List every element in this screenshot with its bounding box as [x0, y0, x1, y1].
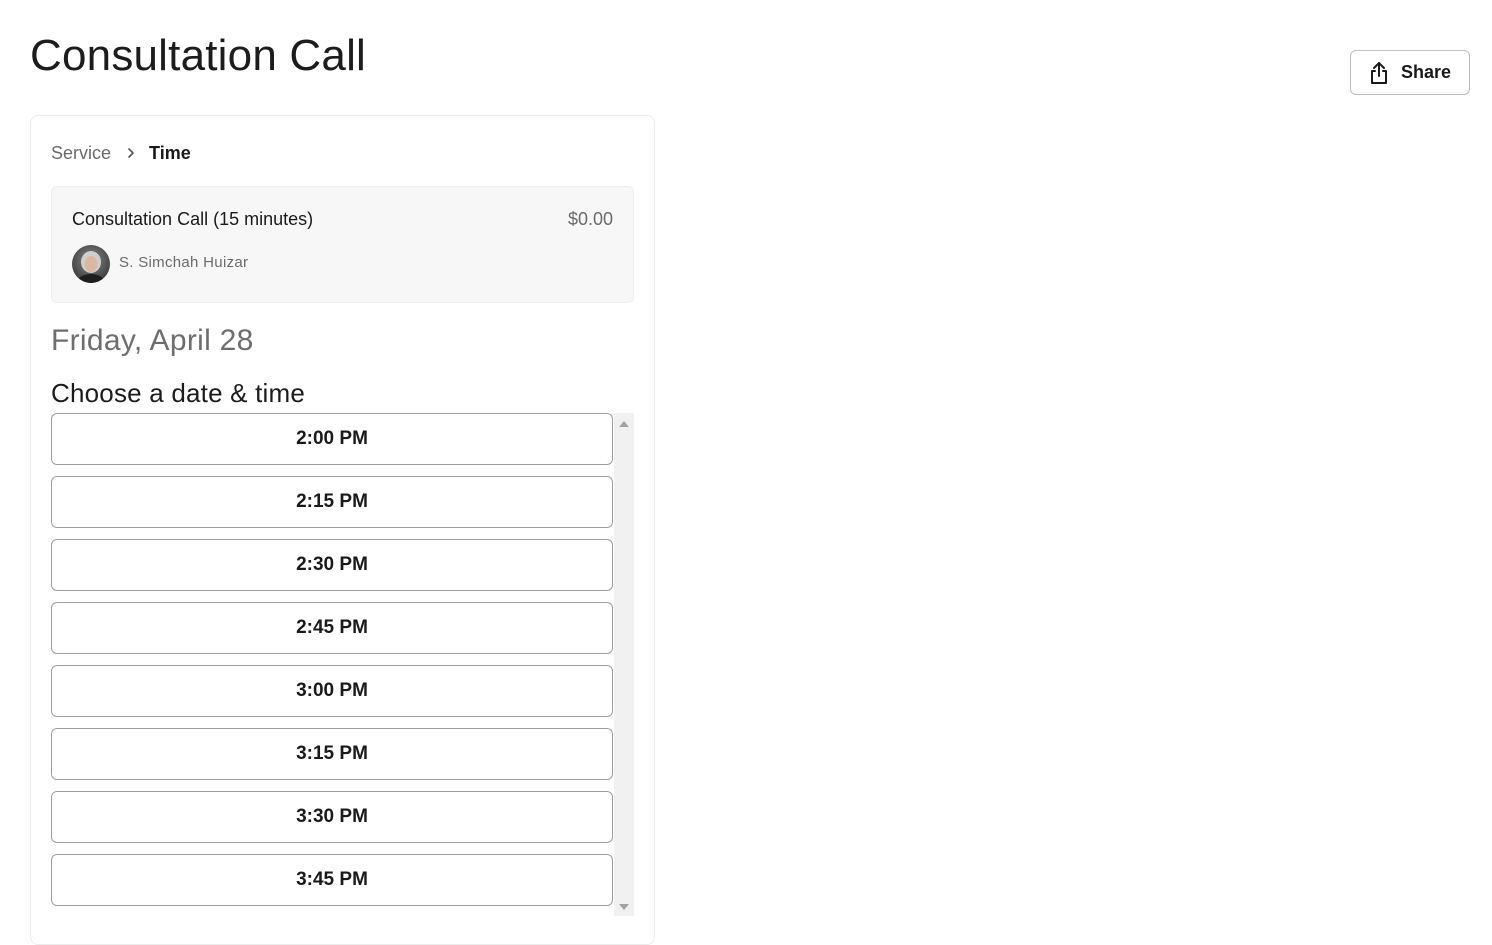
time-slot-button[interactable]: 2:30 PM	[51, 539, 613, 591]
time-slot-button[interactable]: 2:45 PM	[51, 602, 613, 654]
time-slot-button[interactable]: 3:00 PM	[51, 665, 613, 717]
selected-date: Friday, April 28	[51, 324, 254, 357]
time-slot-list: 2:00 PM 2:15 PM 2:30 PM 2:45 PM 3:00 PM …	[51, 413, 614, 917]
share-button[interactable]: Share	[1350, 50, 1470, 95]
booking-card: Service Time Consultation Call (15 minut…	[30, 115, 655, 945]
staff-name: S. Simchah Huizar	[119, 254, 249, 271]
scroll-up-arrow-icon[interactable]	[619, 421, 629, 427]
time-slot-button[interactable]: 3:15 PM	[51, 728, 613, 780]
breadcrumb-time: Time	[149, 143, 191, 163]
service-price: $0.00	[567, 209, 613, 229]
time-slot-button[interactable]: 3:30 PM	[51, 791, 613, 843]
share-icon	[1369, 61, 1389, 85]
time-slot-button[interactable]: 2:00 PM	[51, 413, 613, 465]
service-summary: Consultation Call (15 minutes) $0.00 S. …	[51, 186, 634, 303]
scroll-down-arrow-icon[interactable]	[619, 904, 629, 910]
service-name: Consultation Call (15 minutes)	[72, 209, 314, 229]
time-slot-button[interactable]: 3:45 PM	[51, 854, 613, 906]
breadcrumb: Service Time	[51, 141, 191, 165]
choose-heading: Choose a date & time	[51, 378, 306, 408]
time-slot-scrollbar[interactable]	[614, 413, 634, 916]
breadcrumb-service[interactable]: Service	[51, 141, 111, 165]
avatar	[72, 245, 110, 283]
time-slot-button[interactable]: 2:15 PM	[51, 476, 613, 528]
page-title: Consultation Call	[30, 31, 367, 80]
chevron-right-icon	[127, 147, 135, 159]
share-label: Share	[1400, 62, 1452, 82]
